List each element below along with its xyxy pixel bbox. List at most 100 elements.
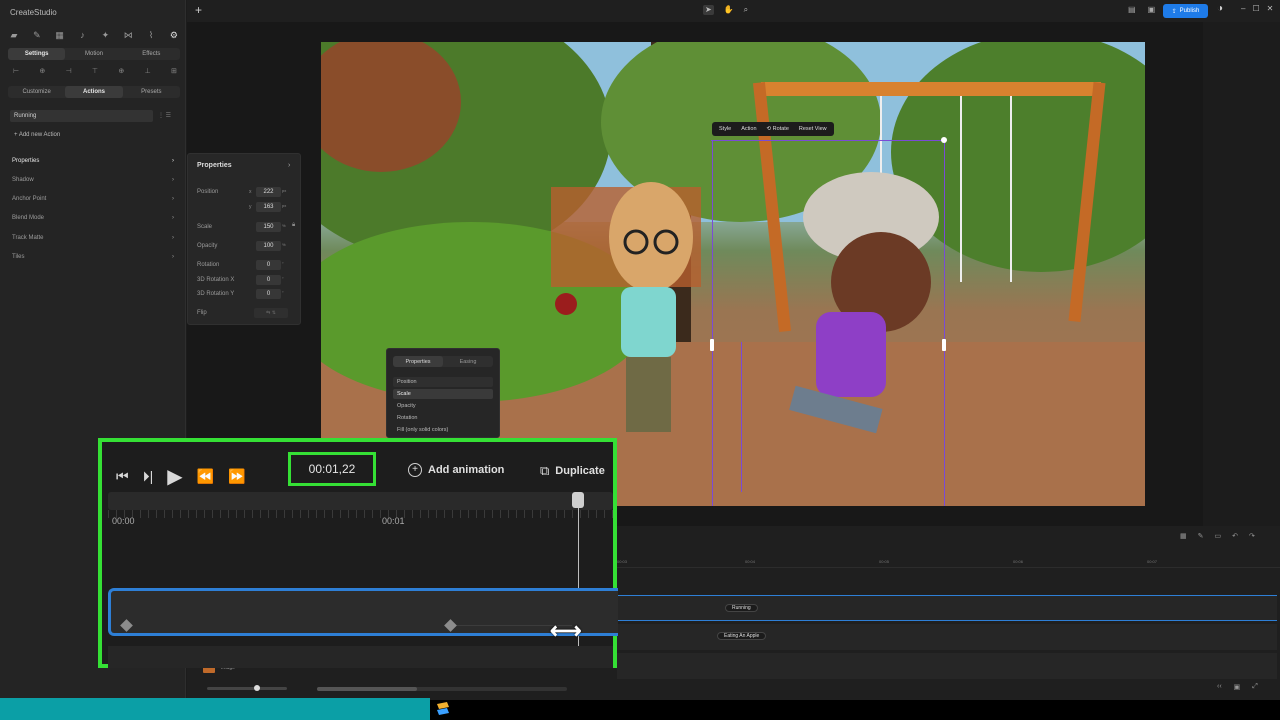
position-y-input[interactable]: 163	[256, 202, 281, 212]
rotation-3d-x-label: 3D Rotation X	[197, 277, 235, 283]
collapse-icon[interactable]: ‹‹	[1217, 683, 1222, 691]
scale-input[interactable]: 150	[256, 222, 281, 232]
edit-icon[interactable]: ✎	[1198, 532, 1204, 540]
folder-icon[interactable]: ▰	[8, 29, 20, 41]
fullscreen-icon[interactable]: ⤢	[1252, 683, 1258, 691]
maximize-icon[interactable]: ☐	[1252, 4, 1259, 13]
step-forward-icon[interactable]: ⏵︎|	[143, 468, 154, 485]
skip-to-start-icon[interactable]: ⏮	[116, 468, 129, 485]
action-select[interactable]: Running	[10, 110, 153, 122]
rotation-3d-y-input[interactable]: 0	[256, 289, 281, 299]
animation-property-opacity[interactable]: Opacity	[393, 401, 493, 411]
publish-button[interactable]: ⇪ Publish	[1163, 4, 1208, 18]
minimize-icon[interactable]: –	[1241, 4, 1245, 13]
rotate-button[interactable]: ⟲ Rotate	[767, 126, 789, 132]
align-right-icon[interactable]: ⊣	[63, 67, 75, 77]
timeline-track-image[interactable]	[617, 653, 1277, 679]
close-icon[interactable]: ✕	[1267, 4, 1274, 13]
position-x-unit: px	[282, 188, 287, 193]
pen-icon[interactable]: ✎	[31, 29, 43, 41]
tab-easing[interactable]: Easing	[443, 356, 493, 367]
current-time-display[interactable]: 00:01,22	[288, 452, 376, 486]
panel-icon[interactable]: ▣	[1234, 683, 1241, 691]
scrub-bar[interactable]	[108, 492, 613, 510]
redo-icon[interactable]: ↷	[1249, 532, 1255, 540]
tab-actions[interactable]: Actions	[65, 86, 123, 98]
property-item-track-matte[interactable]: Track Matte ›	[12, 233, 174, 243]
undo-icon[interactable]: ↶	[1232, 532, 1238, 540]
tab-presets[interactable]: Presets	[123, 86, 180, 98]
rotate-handle[interactable]	[941, 137, 947, 143]
animation-clip[interactable]	[108, 588, 618, 636]
timeline-track-eating-apple[interactable]: Eating An Apple	[617, 624, 1277, 650]
magic-icon[interactable]: ✦	[99, 29, 111, 41]
lock-icon[interactable]: 🔒︎	[292, 222, 295, 229]
select-tool-icon[interactable]: ➤	[703, 5, 714, 15]
distribute-icon[interactable]: ⊞	[168, 67, 180, 77]
transition-icon[interactable]: ⋈	[122, 29, 134, 41]
timeline-track-running[interactable]: Running	[617, 595, 1277, 621]
window-controls: – ☐ ✕	[1241, 4, 1273, 13]
ruler-label: 00:05	[879, 559, 890, 564]
resize-handle-right[interactable]	[942, 339, 946, 351]
zoom-slider-knob[interactable]	[254, 685, 260, 691]
animation-property-scale[interactable]: Scale	[393, 389, 493, 399]
tab-customize[interactable]: Customize	[8, 86, 65, 98]
action-menu-icon[interactable]: ⋮ ☰	[158, 112, 171, 119]
chevron-right-icon: ›	[172, 196, 174, 202]
zoom-tool-icon[interactable]: ⌕	[744, 5, 748, 15]
duplicate-button[interactable]: ⧉ Duplicate	[540, 463, 605, 479]
layout-icon[interactable]: ▤	[1128, 5, 1136, 14]
rotation-3d-x-input[interactable]: 0	[256, 275, 281, 285]
film-icon[interactable]: ▦	[54, 29, 66, 41]
resize-cursor-icon[interactable]: ⟷	[550, 618, 582, 644]
property-item-properties[interactable]: Properties ›	[12, 156, 174, 166]
align-top-icon[interactable]: ⊤	[89, 67, 101, 77]
brush-icon[interactable]: ⌇	[145, 29, 157, 41]
zoom-slider[interactable]	[207, 687, 287, 690]
hand-tool-icon[interactable]: ✋	[724, 5, 734, 15]
resize-handle-left[interactable]	[710, 339, 714, 351]
add-action-link[interactable]: + Add new Action	[14, 132, 60, 138]
rewind-icon[interactable]: ⏪	[197, 468, 214, 485]
rotation-input[interactable]: 0	[256, 260, 281, 270]
property-item-blend-mode[interactable]: Blend Mode ›	[12, 213, 174, 223]
chevron-right-icon[interactable]: ›	[288, 162, 290, 169]
align-left-icon[interactable]: ⊢	[10, 67, 22, 77]
gear-icon[interactable]: ⚙	[168, 29, 180, 41]
property-item-tiles[interactable]: Tiles ›	[12, 252, 174, 262]
align-center-h-icon[interactable]: ⊕	[36, 67, 48, 77]
animation-property-position[interactable]: Position	[393, 377, 493, 387]
tab-effects[interactable]: Effects	[123, 48, 180, 60]
add-scene-icon[interactable]: +	[195, 3, 202, 17]
style-button[interactable]: Style	[719, 126, 731, 132]
audio-icon[interactable]: ♪	[77, 29, 89, 41]
publish-icon: ⇪	[1171, 8, 1177, 15]
ruler-label: 00:07	[1147, 559, 1158, 564]
property-item-shadow[interactable]: Shadow ›	[12, 175, 174, 185]
align-toolbar: ⊢ ⊕ ⊣ ⊤ ⊕ ⊥ ⊞	[10, 67, 180, 77]
property-item-anchor-point[interactable]: Anchor Point ›	[12, 194, 174, 204]
scale-unit: %	[282, 223, 286, 228]
add-animation-button[interactable]: + Add animation	[408, 463, 504, 477]
animation-property-rotation[interactable]: Rotation	[393, 413, 493, 423]
fast-forward-icon[interactable]: ⏩	[228, 468, 245, 485]
action-button[interactable]: Action	[741, 126, 756, 132]
save-icon[interactable]: ▣	[1148, 5, 1156, 14]
timeline-scrollbar-thumb[interactable]	[317, 687, 417, 691]
position-x-input[interactable]: 222	[256, 187, 281, 197]
caption-icon[interactable]: ▭	[1215, 532, 1222, 540]
align-center-v-icon[interactable]: ⊕	[115, 67, 127, 77]
playhead-handle[interactable]	[572, 492, 584, 508]
tab-motion[interactable]: Motion	[65, 48, 122, 60]
app-taskbar-icon[interactable]	[434, 700, 452, 718]
align-bottom-icon[interactable]: ⊥	[142, 67, 154, 77]
flip-toggle[interactable]: ⇆ ⇅	[254, 308, 288, 318]
animation-property-fill[interactable]: Fill (only solid colors)	[393, 425, 493, 435]
reset-view-button[interactable]: Reset View	[799, 126, 827, 132]
opacity-input[interactable]: 100	[256, 241, 281, 251]
tab-properties[interactable]: Properties	[393, 356, 443, 367]
tab-settings[interactable]: Settings	[8, 48, 66, 60]
grid-icon[interactable]: ▦	[1180, 532, 1187, 540]
play-icon[interactable]: ▶	[167, 464, 182, 489]
